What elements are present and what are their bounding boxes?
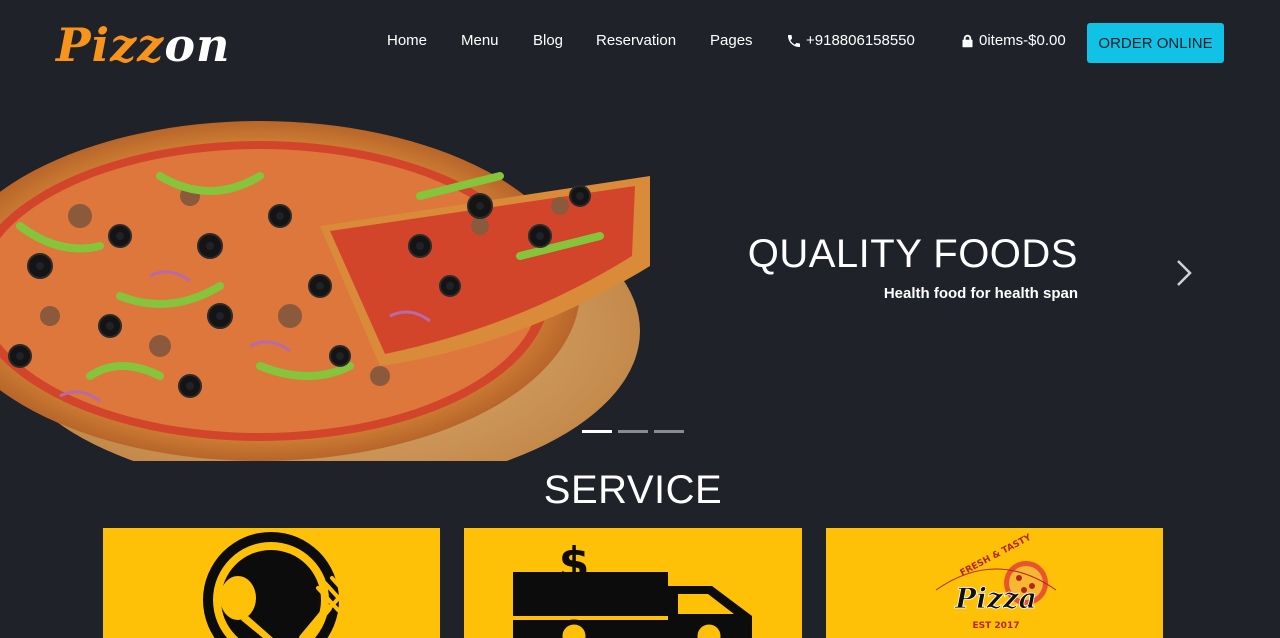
- dining-plate-icon: [203, 532, 354, 638]
- svg-text:Pizza: Pizza: [954, 582, 1037, 615]
- cart-summary: 0items-$0.00: [979, 32, 1066, 49]
- navbar: Pizz on Home Menu Blog Reservation Pages …: [0, 0, 1280, 86]
- nav-link-blog[interactable]: Blog: [533, 32, 563, 49]
- service-title: SERVICE: [543, 468, 723, 512]
- delivery-truck-icon: $: [513, 538, 752, 638]
- phone-link[interactable]: +918806158550: [786, 32, 915, 49]
- brand-logo[interactable]: Pizz on: [56, 8, 230, 72]
- service-card-dining[interactable]: [103, 528, 440, 638]
- carousel-indicator-1[interactable]: [582, 430, 612, 433]
- cart-link[interactable]: 0items-$0.00: [960, 32, 1066, 49]
- carousel-indicator-2[interactable]: [618, 430, 648, 433]
- phone-icon: [788, 34, 800, 47]
- nav-link-home[interactable]: Home: [387, 32, 427, 49]
- nav-link-pages[interactable]: Pages: [710, 32, 753, 49]
- order-online-button[interactable]: ORDER ONLINE: [1087, 23, 1224, 63]
- chevron-right-icon: [1177, 260, 1192, 286]
- logo-text-secondary: on: [164, 18, 231, 72]
- phone-number: +918806158550: [806, 32, 915, 49]
- pizza-image: [0, 116, 660, 461]
- svg-text:EST 2017: EST 2017: [973, 621, 1020, 631]
- hero-title: QUALITY FOODS: [747, 232, 1078, 276]
- hero-subtitle: Health food for health span: [883, 285, 1078, 302]
- logo-text-primary: Pizz: [56, 18, 165, 72]
- nav-link-reservation[interactable]: Reservation: [596, 32, 676, 49]
- lock-icon: [962, 34, 973, 47]
- svg-text:$: $: [559, 538, 590, 589]
- carousel-next-button[interactable]: [1172, 258, 1196, 288]
- service-card-pizza[interactable]: FRESH & TASTY Pizza EST 2017: [826, 528, 1163, 638]
- pizza-logo-icon: FRESH & TASTY Pizza EST 2017: [935, 533, 1057, 631]
- hero-carousel: QUALITY FOODS Health food for health spa…: [0, 86, 1280, 461]
- carousel-indicators: [582, 430, 684, 433]
- carousel-indicator-3[interactable]: [654, 430, 684, 433]
- nav-link-menu[interactable]: Menu: [461, 32, 499, 49]
- service-card-delivery[interactable]: $: [464, 528, 802, 638]
